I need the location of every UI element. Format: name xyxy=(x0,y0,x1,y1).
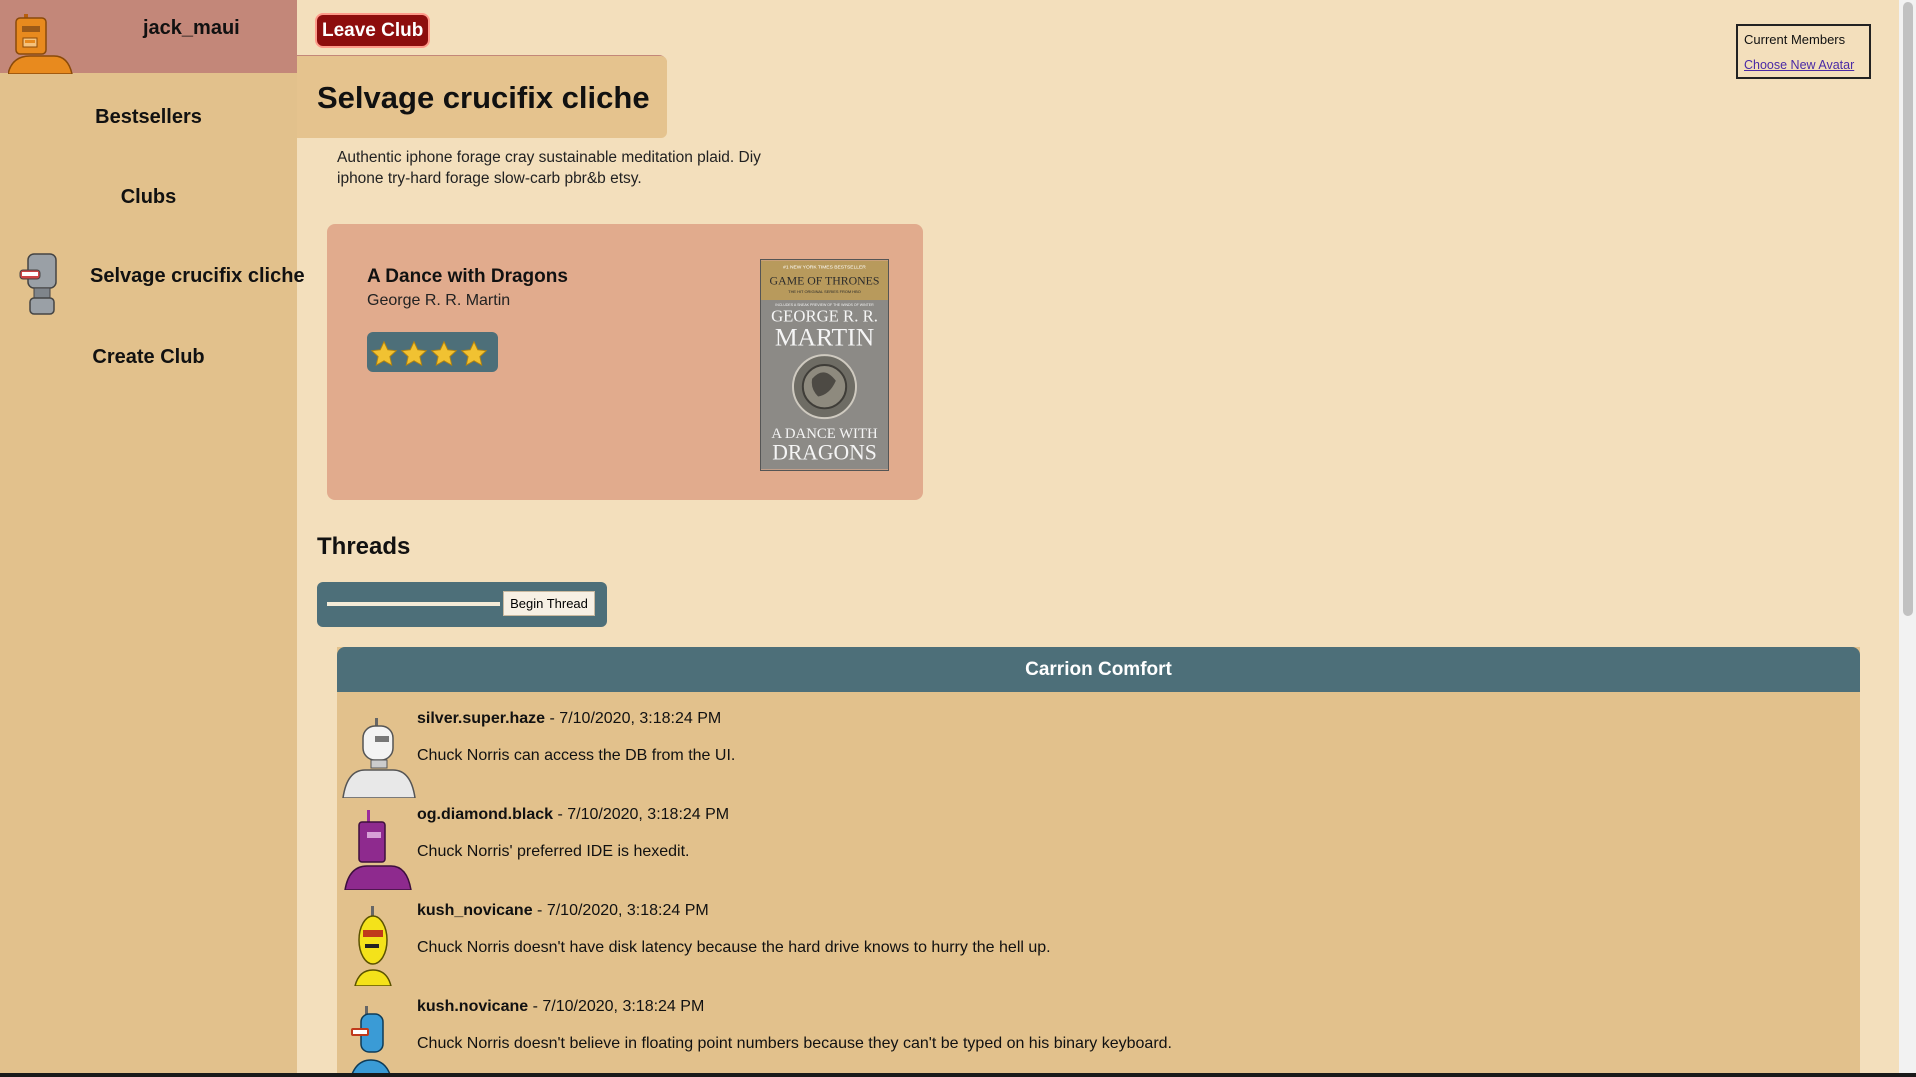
post-timestamp: - 7/10/2020, 3:18:24 PM xyxy=(528,998,705,1015)
sidebar-item-clubs[interactable]: Clubs xyxy=(0,186,297,209)
blue-robot-avatar-icon xyxy=(350,1006,392,1077)
page-title: Selvage crucifix cliche xyxy=(317,80,650,115)
current-book-card: A Dance with Dragons George R. R. Martin… xyxy=(327,224,923,500)
cover-series: GAME OF THRONES xyxy=(770,273,880,287)
star-rating[interactable] xyxy=(367,332,498,372)
post-meta: og.diamond.black - 7/10/2020, 3:18:24 PM xyxy=(417,806,729,824)
post-username[interactable]: og.diamond.black xyxy=(417,806,553,823)
post-username[interactable]: kush.novicane xyxy=(417,998,528,1015)
begin-thread-button[interactable]: Begin Thread xyxy=(503,591,595,616)
thread-title-input[interactable] xyxy=(327,602,500,606)
post-meta: silver.super.haze - 7/10/2020, 3:18:24 P… xyxy=(417,710,721,728)
new-thread-form: Begin Thread xyxy=(317,582,607,627)
star-icon[interactable] xyxy=(430,339,458,369)
sidebar-item-create-club[interactable]: Create Club xyxy=(0,346,297,369)
post-username[interactable]: silver.super.haze xyxy=(417,710,545,727)
members-panel: Current Members Choose New Avatar xyxy=(1736,24,1871,79)
post-body: Chuck Norris doesn't have disk latency b… xyxy=(417,939,1051,956)
cover-title-line2: DRAGONS xyxy=(772,441,877,465)
white-robot-avatar-icon xyxy=(342,718,416,798)
username: jack_maui xyxy=(143,17,240,39)
sidebar-item-bestsellers[interactable]: Bestsellers xyxy=(0,106,297,129)
purple-robot-avatar-icon xyxy=(344,810,412,890)
user-bar[interactable]: jack_maui xyxy=(0,0,297,74)
threads-heading: Threads xyxy=(317,533,411,560)
cover-title-line1: A DANCE WITH xyxy=(771,426,878,442)
yellow-robot-avatar-icon xyxy=(354,906,392,986)
thread-post: og.diamond.black - 7/10/2020, 3:18:24 PM… xyxy=(337,806,1637,896)
cover-series-sub: THE HIT ORIGINAL SERIES FROM HBO xyxy=(788,289,861,294)
post-body: Chuck Norris doesn't believe in floating… xyxy=(417,1035,1172,1052)
cover-banner: #1 NEW YORK TIMES BESTSELLER xyxy=(783,265,866,271)
thread-post: kush_novicane - 7/10/2020, 3:18:24 PM Ch… xyxy=(337,902,1637,992)
cover-author-line2: MARTIN xyxy=(775,322,874,351)
choose-avatar-link[interactable]: Choose New Avatar xyxy=(1744,58,1854,72)
bottom-edge xyxy=(0,1073,1916,1077)
star-icon[interactable] xyxy=(400,339,428,369)
scrollbar-thumb[interactable] xyxy=(1903,2,1913,616)
post-username[interactable]: kush_novicane xyxy=(417,902,533,919)
leave-club-button[interactable]: Leave Club xyxy=(315,13,431,48)
post-timestamp: - 7/10/2020, 3:18:24 PM xyxy=(545,710,722,727)
post-body: Chuck Norris can access the DB from the … xyxy=(417,747,736,764)
thread-title[interactable]: Carrion Comfort xyxy=(337,647,1860,692)
post-meta: kush_novicane - 7/10/2020, 3:18:24 PM xyxy=(417,902,709,920)
post-meta: kush.novicane - 7/10/2020, 3:18:24 PM xyxy=(417,998,704,1016)
sidebar xyxy=(0,0,297,1077)
star-icon[interactable] xyxy=(370,339,398,369)
grey-robot-club-icon xyxy=(19,253,57,315)
members-title[interactable]: Current Members xyxy=(1744,32,1845,47)
club-description: Authentic iphone forage cray sustainable… xyxy=(337,149,761,187)
thread-post: kush.novicane - 7/10/2020, 3:18:24 PM Ch… xyxy=(337,998,1637,1077)
post-body: Chuck Norris' preferred IDE is hexedit. xyxy=(417,843,690,860)
book-cover-image: #1 NEW YORK TIMES BESTSELLER GAME OF THR… xyxy=(760,259,889,471)
book-author: George R. R. Martin xyxy=(367,292,511,309)
thread-post: silver.super.haze - 7/10/2020, 3:18:24 P… xyxy=(337,710,1637,800)
post-timestamp: - 7/10/2020, 3:18:24 PM xyxy=(532,902,709,919)
book-title: A Dance with Dragons xyxy=(367,266,568,287)
star-icon[interactable] xyxy=(460,339,488,369)
sidebar-item-club[interactable]: Selvage crucifix cliche xyxy=(90,265,305,288)
orange-robot-avatar-icon xyxy=(8,14,73,74)
post-timestamp: - 7/10/2020, 3:18:24 PM xyxy=(553,806,730,823)
